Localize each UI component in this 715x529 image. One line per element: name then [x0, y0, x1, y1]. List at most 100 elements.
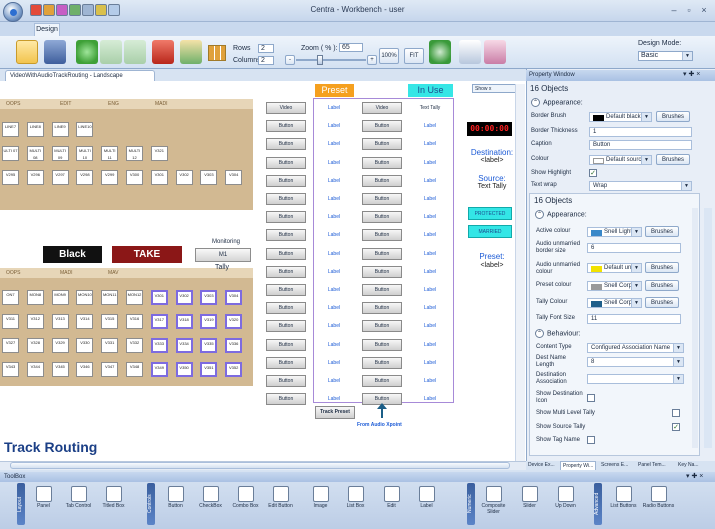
minimize-icon[interactable]: –	[668, 5, 680, 16]
source-tile[interactable]: V327	[2, 338, 19, 353]
collapse-icon[interactable]: ⌃	[535, 329, 544, 338]
brush-clear-icon[interactable]	[484, 40, 506, 64]
dest-name-length-select[interactable]: 8 ▼	[587, 357, 684, 367]
appearance-section[interactable]: ⌃ Appearance:	[531, 98, 583, 107]
tab-device-explorer[interactable]: Device Ex...	[528, 461, 555, 470]
black-button[interactable]: Black	[43, 246, 102, 263]
source-tile[interactable]: V296	[26, 170, 44, 185]
brush-icon[interactable]	[459, 40, 481, 64]
source-tile[interactable]: V314	[76, 314, 94, 329]
grid-left-button[interactable]: Button	[266, 356, 306, 369]
source-tile[interactable]: V304	[225, 170, 243, 185]
caption-input[interactable]: Button	[589, 140, 692, 150]
source-tile[interactable]: MON10	[76, 290, 94, 305]
source-tile[interactable]: V350	[175, 362, 193, 377]
grid-mid-button[interactable]: Button	[362, 375, 402, 387]
source-tile[interactable]: V313	[51, 314, 69, 329]
toolbox-item[interactable]: Panel	[26, 484, 61, 524]
source-tile[interactable]: MULTI 11	[101, 146, 119, 161]
grid-mid-button[interactable]: Button	[362, 302, 402, 315]
source-tile[interactable]: V332	[126, 338, 143, 353]
audio-border-input[interactable]: 6	[587, 243, 681, 253]
source-tile[interactable]: V349	[150, 362, 168, 377]
toolbox-item[interactable]: Tab Control	[61, 484, 96, 524]
source-tile[interactable]: MON8	[26, 290, 44, 305]
show-destination-icon-checkbox[interactable]	[587, 394, 595, 402]
source-tile[interactable]: V299	[101, 170, 119, 185]
grid-mid-button[interactable]: Button	[362, 193, 402, 205]
toolbox-item[interactable]: Edit	[374, 484, 409, 524]
text-wrap-select[interactable]: Wrap ▼	[589, 181, 692, 191]
source-tile[interactable]: V301	[150, 170, 168, 185]
zoom-plus-button[interactable]: +	[367, 55, 377, 65]
monitor-m1-button[interactable]: M1	[195, 248, 251, 262]
vertical-scrollbar[interactable]	[515, 84, 525, 461]
show-tag-name-checkbox[interactable]	[587, 436, 595, 444]
grid-mid-button[interactable]: Button	[362, 138, 402, 151]
source-tile[interactable]: V351	[200, 362, 218, 377]
source-tile[interactable]: MULTI 12	[126, 146, 143, 161]
source-tile[interactable]: V303	[200, 170, 218, 185]
grid-mid-button[interactable]: Button	[362, 265, 402, 278]
pencil-design-icon[interactable]	[16, 40, 38, 64]
grid-mid-button[interactable]: Button	[362, 156, 402, 169]
rows-input[interactable]: 2	[258, 44, 274, 53]
source-tile[interactable]: V331	[101, 338, 119, 353]
grid-left-button[interactable]: Button	[266, 284, 306, 296]
source-tile[interactable]: V317	[150, 314, 168, 329]
add-icon[interactable]	[76, 40, 98, 64]
colour-brushes-button[interactable]: Brushes	[656, 154, 690, 165]
tab-key-names[interactable]: Key Na...	[678, 461, 699, 470]
grid-mid-button[interactable]: Button	[362, 174, 402, 187]
toolbox-item[interactable]: Button	[158, 484, 193, 524]
source-tile[interactable]: V301	[150, 290, 168, 305]
grid-left-button[interactable]: Button	[266, 211, 306, 224]
audio-colour-select[interactable]: Default unr ▼	[587, 263, 642, 273]
toolbox-group-layout[interactable]: Layout	[17, 483, 25, 525]
take-button[interactable]: TAKE	[112, 246, 182, 263]
source-tile[interactable]: LINE9	[51, 122, 69, 137]
grid-left-button[interactable]: Button	[266, 247, 306, 260]
source-tile[interactable]: LINE7	[2, 122, 19, 137]
toolbox-item[interactable]: Edit Button	[263, 484, 298, 524]
paint-icon[interactable]	[180, 40, 202, 64]
appearance-section-nested[interactable]: ⌃ Appearance:	[535, 210, 587, 219]
grid-mid-button[interactable]: Button	[362, 211, 402, 224]
source-tile[interactable]: V348	[126, 362, 143, 377]
source-tile[interactable]: V319	[200, 314, 218, 329]
source-tile[interactable]: V352	[225, 362, 243, 377]
toolbox-group-numeric[interactable]: Numeric	[467, 483, 475, 525]
source-tile[interactable]: V297	[51, 170, 69, 185]
show-highlight-checkbox[interactable]: ✓	[589, 169, 597, 177]
source-tile[interactable]: V316	[126, 314, 143, 329]
source-tile[interactable]: ON7	[2, 290, 19, 305]
border-brush-select[interactable]: Default black b ▼	[589, 112, 652, 122]
behaviour-section[interactable]: ⌃ Behaviour:	[535, 329, 580, 338]
show-toolbar-widget[interactable]: Show x	[472, 84, 516, 93]
eraser-icon[interactable]	[152, 40, 174, 64]
grid-left-button[interactable]: Button	[266, 375, 306, 387]
source-tile[interactable]: V318	[175, 314, 193, 329]
toolbox-item[interactable]: List Box	[338, 484, 373, 524]
show-multi-level-tally-checkbox[interactable]	[672, 409, 680, 417]
border-brush-brushes-button[interactable]: Brushes	[656, 111, 690, 122]
toolbox-item[interactable]: Image	[303, 484, 338, 524]
grid-mid-button[interactable]: Video	[362, 102, 402, 114]
border-thickness-input[interactable]: 1	[589, 127, 692, 137]
grid-mid-button[interactable]: Button	[362, 120, 402, 133]
zoom-minus-button[interactable]: -	[285, 55, 295, 65]
source-tile[interactable]: V330	[76, 338, 94, 353]
source-tile[interactable]: MULTI 08	[26, 146, 44, 161]
zoom-fit-button[interactable]: FIT	[404, 48, 424, 64]
collapse-icon[interactable]: ⌃	[531, 98, 540, 107]
source-tile[interactable]: LINE10	[76, 122, 94, 137]
grid-left-button[interactable]: Button	[266, 193, 306, 205]
tab-screens-explorer[interactable]: Screens E...	[601, 461, 628, 470]
source-tile[interactable]: V333	[150, 338, 168, 353]
tally-colour-brushes-button[interactable]: Brushes	[645, 297, 679, 308]
source-tile[interactable]: V315	[101, 314, 119, 329]
toolbox-item[interactable]: Label	[409, 484, 444, 524]
source-tile[interactable]: V344	[26, 362, 44, 377]
source-tile[interactable]: V304	[225, 290, 243, 305]
grid-left-button[interactable]: Button	[266, 138, 306, 151]
